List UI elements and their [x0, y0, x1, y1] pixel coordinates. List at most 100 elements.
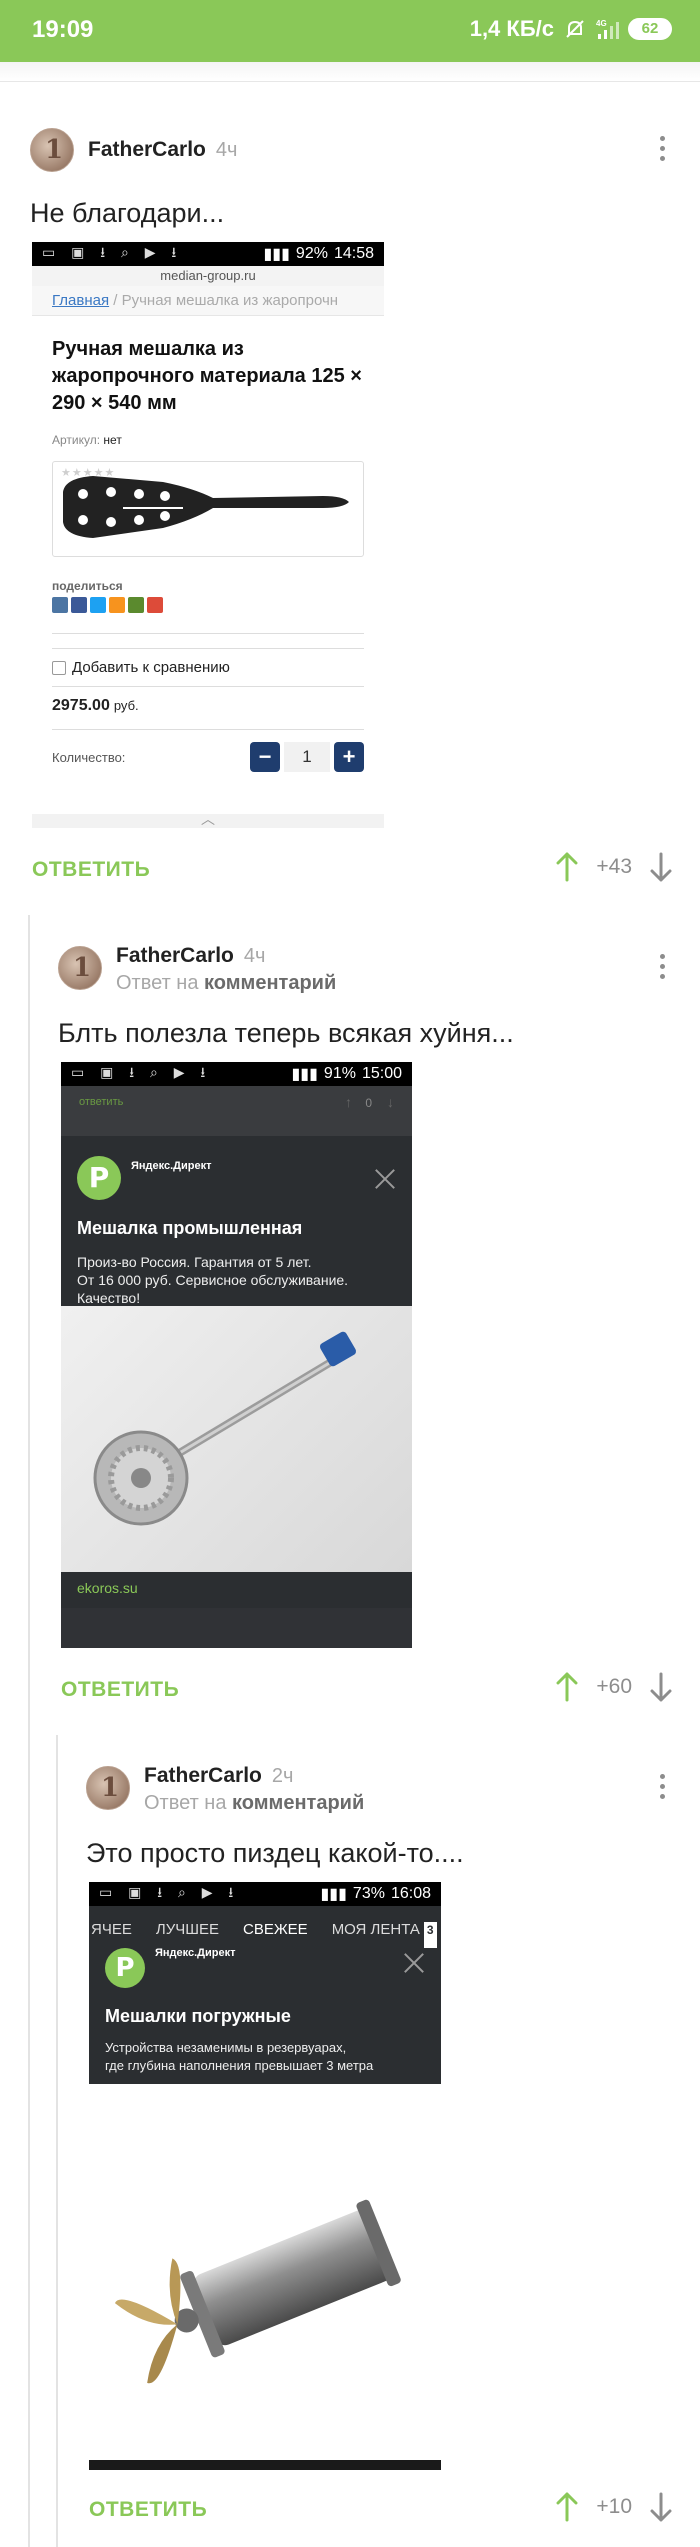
- ad-description-line: где глубина наполнения превышает 3 метра: [105, 2058, 374, 2073]
- downvote-arrow-icon[interactable]: [650, 1672, 672, 1702]
- embedded-downvote-icon: ↓: [387, 1094, 394, 1110]
- upvote-arrow-icon[interactable]: [556, 852, 578, 882]
- article-value: нет: [103, 433, 122, 447]
- comment-author[interactable]: FatherCarlo: [88, 138, 206, 161]
- embedded-battery: 92%: [295, 245, 328, 262]
- product-title: Ручная мешалка из жаропрочного материала…: [52, 338, 362, 414]
- moimir-icon: [128, 597, 144, 613]
- signal-icon: 4G: [596, 18, 619, 40]
- comment-image[interactable]: ▭ ▣ ⭳ ⌕ ▶ ⭳ ▮▮▮ 73% 16:08 ЯЧЕЕ ЛУЧШЕЕ СВ…: [89, 1882, 441, 2470]
- share-label: поделиться: [52, 579, 123, 593]
- comment-score: +10: [596, 2495, 632, 2518]
- comment-author[interactable]: FatherCarlo: [144, 1764, 262, 1787]
- ad-domain: ekoros.su: [77, 1580, 138, 1596]
- industrial-mixer-illustration: [93, 1331, 357, 1526]
- reply-to-prefix: Ответ на: [144, 1792, 227, 1814]
- twitter-icon: [90, 597, 106, 613]
- ad-source: Яндекс.Директ: [155, 1947, 236, 1959]
- comment-age: 4ч: [243, 945, 266, 967]
- battery-indicator: 62: [628, 18, 672, 40]
- embedded-status-bar: ▭ ▣ ⭳ ⌕ ▶ ⭳ ▮▮▮ 73% 16:08: [89, 1882, 441, 1906]
- odnoklassniki-icon: [109, 597, 125, 613]
- price-value: 2975.00: [52, 697, 110, 714]
- status-time: 19:09: [32, 16, 94, 43]
- embedded-reply-label: ответить: [79, 1096, 124, 1108]
- minus-icon: −: [250, 742, 280, 772]
- ad-description: Произ-во Россия. Гарантия от 5 лет. От 1…: [77, 1253, 396, 1307]
- breadcrumb-rest: / Ручная мешалка из жаропрочн: [109, 292, 339, 309]
- yandex-ad: P Яндекс.Директ Мешалки погружные Устрой…: [89, 1947, 441, 2084]
- comment-text: Это просто пиздец какой-то....: [86, 1838, 464, 1868]
- image-bottom-edge: [89, 2460, 441, 2470]
- avatar[interactable]: [30, 128, 74, 172]
- embedded-time: 15:00: [361, 1065, 402, 1082]
- ad-domain-bar: ekoros.su: [61, 1572, 412, 1608]
- embedded-upvote-icon: ↑: [345, 1094, 352, 1110]
- ad-source: Яндекс.Директ: [131, 1160, 212, 1172]
- upvote-arrow-icon[interactable]: [556, 2492, 578, 2522]
- embedded-comment-footer: ответить ↑ 0 ↓: [61, 1086, 412, 1136]
- ad-description: Устройства незаменимы в резервуарах, где…: [105, 2039, 425, 2075]
- compare-checkbox: [52, 660, 66, 675]
- thread-line: [28, 915, 30, 2547]
- comment-age: 4ч: [215, 139, 238, 161]
- avatar[interactable]: [58, 946, 102, 990]
- more-options-icon[interactable]: [658, 136, 666, 166]
- article-label: Артикул:: [52, 433, 101, 447]
- upvote-arrow-icon[interactable]: [556, 1672, 578, 1702]
- embedded-battery: 91%: [323, 1065, 356, 1082]
- silent-mode-icon: [564, 18, 586, 40]
- ad-description-line: Качество!: [77, 1290, 141, 1306]
- embedded-tab-with-badge: МОЯ ЛЕНТА 3: [320, 1906, 441, 1970]
- reply-button[interactable]: ОТВЕТИТЬ: [89, 2498, 207, 2522]
- embedded-feed-tabs: ЯЧЕЕ ЛУЧШЕЕ СВЕЖЕЕ МОЯ ЛЕНТА 3: [89, 1906, 441, 1970]
- embedded-tab: ЯЧЕЕ: [91, 1921, 132, 1938]
- embedded-status-bar: ▭ ▣ ⭳ ⌕ ▶ ⭳ ▮▮▮ 92% 14:58: [32, 242, 384, 266]
- status-icons: 1,4 КБ/с 4G 62: [470, 16, 672, 42]
- embedded-url-bar: median-group.ru: [32, 266, 384, 286]
- downvote-arrow-icon[interactable]: [650, 852, 672, 882]
- product-price: 2975.00 руб.: [32, 687, 384, 715]
- submersible-mixer-illustration: [114, 2199, 401, 2384]
- breadcrumb: Главная / Ручная мешалка из жаропрочн: [32, 286, 384, 316]
- price-unit: руб.: [113, 698, 139, 713]
- share-icons: [32, 593, 384, 613]
- chevron-up-icon: ︿: [32, 812, 384, 828]
- divider: [52, 633, 364, 634]
- mixer-photo: [61, 1306, 412, 1572]
- product-photo: ★★★★★: [52, 461, 364, 557]
- reply-to-link[interactable]: комментарий: [232, 1792, 364, 1814]
- downvote-arrow-icon[interactable]: [650, 2492, 672, 2522]
- more-options-icon[interactable]: [658, 1774, 666, 1804]
- comment-footer: ОТВЕТИТЬ +43: [32, 852, 672, 892]
- ad-description-line: Произ-во Россия. Гарантия от 5 лет.: [77, 1254, 312, 1270]
- avatar[interactable]: [86, 1766, 130, 1810]
- more-options-icon[interactable]: [658, 954, 666, 984]
- reply-button[interactable]: ОТВЕТИТЬ: [61, 1678, 179, 1702]
- comment-header: FatherCarlo 2ч Ответ на комментарий: [86, 1764, 364, 1815]
- embedded-signal-icon: ▮▮▮: [291, 1066, 318, 1083]
- submersible-mixer-photo: [89, 2084, 441, 2454]
- comment-footer: ОТВЕТИТЬ +60: [61, 1672, 672, 1712]
- reply-to-prefix: Ответ на: [116, 972, 199, 994]
- quantity-value: 1: [284, 742, 330, 772]
- comment-header: FatherCarlo 4ч: [30, 128, 237, 172]
- comment-image[interactable]: ▭ ▣ ⭳ ⌕ ▶ ⭳ ▮▮▮ 91% 15:00 ответить ↑ 0 ↓…: [61, 1062, 412, 1648]
- reply-to-line: Ответ на комментарий: [144, 1792, 364, 1815]
- ad-source-row: P Яндекс.Директ: [77, 1156, 396, 1200]
- reply-button[interactable]: ОТВЕТИТЬ: [32, 858, 150, 882]
- ad-description-line: Устройства незаменимы в резервуарах,: [105, 2040, 347, 2055]
- embedded-signal-icon: ▮▮▮: [320, 1886, 347, 1903]
- comment-author[interactable]: FatherCarlo: [116, 944, 234, 967]
- app-toolbar-edge: [0, 62, 700, 82]
- product-article: Артикул: нет: [32, 417, 384, 447]
- embedded-tab-active: СВЕЖЕЕ: [231, 1906, 320, 1954]
- embedded-battery: 73%: [352, 1885, 385, 1902]
- ad-title: Мешалка промышленная: [77, 1218, 303, 1238]
- reply-to-line: Ответ на комментарий: [116, 972, 336, 995]
- embedded-notification-icons: ▭ ▣ ⭳ ⌕ ▶ ⭳: [71, 1064, 212, 1080]
- vote-controls: +43: [556, 852, 672, 882]
- reply-to-link[interactable]: комментарий: [204, 972, 336, 994]
- comment-image[interactable]: ▭ ▣ ⭳ ⌕ ▶ ⭳ ▮▮▮ 92% 14:58 median-group.r…: [32, 242, 384, 828]
- facebook-icon: [71, 597, 87, 613]
